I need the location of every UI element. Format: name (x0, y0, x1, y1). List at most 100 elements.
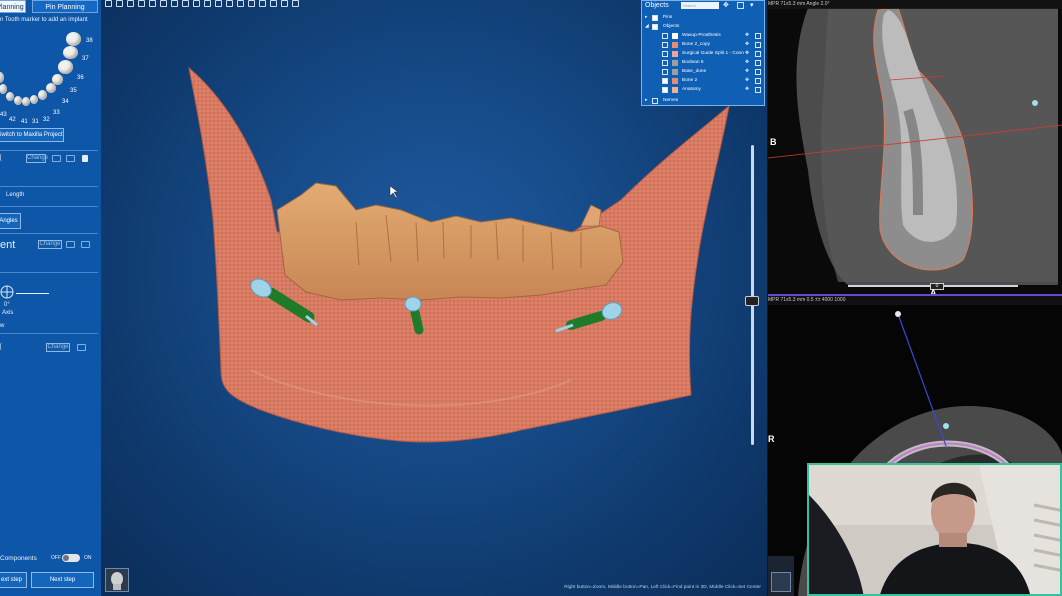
visibility-checkbox[interactable] (662, 77, 668, 84)
toggle-on-label: ON (84, 555, 92, 561)
change-button-3[interactable]: Change (46, 343, 70, 352)
options-icon[interactable] (755, 59, 761, 66)
close-icon[interactable] (52, 155, 61, 162)
object-item[interactable]: Bone 2_copy ✥ (642, 40, 764, 49)
cross-sectional-view[interactable]: MPR 71x5.3 mm Angle 2.0° B 0 A (768, 0, 1062, 294)
components-toggle[interactable] (62, 554, 80, 562)
options-icon[interactable] (755, 68, 761, 75)
options-icon[interactable] (755, 86, 761, 93)
color-swatch[interactable] (672, 86, 678, 93)
options-icon[interactable] (755, 77, 761, 84)
move-icon[interactable]: ✥ (745, 49, 749, 58)
object-item[interactable]: Base_done ✥ (642, 67, 764, 76)
tab-pin-planning[interactable]: Pin Planning (32, 0, 98, 13)
change-button-2[interactable]: Change (38, 240, 62, 249)
tooth-42[interactable] (6, 92, 14, 101)
color-swatch[interactable] (672, 59, 678, 66)
color-swatch[interactable] (672, 50, 678, 57)
tab-planning[interactable]: Planning (0, 0, 26, 13)
object-item[interactable]: Bone 2 ✥ (642, 76, 764, 85)
divider (0, 333, 98, 334)
lock-icon[interactable] (82, 155, 88, 162)
tooth-label-33: 33 (53, 110, 60, 116)
tooth-34[interactable] (46, 83, 56, 93)
group-pins[interactable]: ▸ Pins (642, 13, 764, 22)
tooth-label-34: 34 (62, 99, 69, 105)
object-item[interactable]: Surgical Guide Split 1 - Connecte ✥ (642, 49, 764, 58)
tooth-32[interactable] (30, 95, 38, 104)
angles-button[interactable]: Angles (0, 213, 21, 229)
color-swatch[interactable] (672, 68, 678, 75)
color-swatch[interactable] (672, 41, 678, 48)
object-label: Surgical Guide Split 1 - Connecte (682, 51, 744, 56)
list-icon[interactable] (737, 2, 744, 9)
move-icon[interactable]: ✥ (723, 2, 730, 9)
visibility-checkbox[interactable] (652, 14, 658, 21)
tooth-label-43: 43 (0, 112, 7, 118)
expand-icon[interactable]: ▸ (645, 96, 647, 105)
tooth-33[interactable] (38, 90, 47, 100)
visibility-checkbox[interactable] (662, 59, 668, 66)
change-button[interactable]: Change (26, 154, 48, 163)
dentition[interactable] (276, 182, 624, 301)
move-icon[interactable]: ✥ (745, 31, 749, 40)
slice-slider-track[interactable] (751, 145, 754, 445)
collapse-icon[interactable]: ◢ (645, 22, 649, 31)
object-item[interactable]: Boolean 6 ✥ (642, 58, 764, 67)
chevron-down-icon[interactable]: ▾ (750, 1, 760, 10)
head-orientation-icon[interactable] (105, 568, 129, 592)
rotation-axis-icon[interactable] (0, 285, 16, 301)
move-icon[interactable]: ✥ (745, 67, 749, 76)
visibility-checkbox[interactable] (662, 68, 668, 75)
move-icon[interactable]: ✥ (745, 40, 749, 49)
next-step-button[interactable]: Next step (31, 572, 94, 588)
object-label: Base_done (682, 69, 707, 74)
tooth-41[interactable] (14, 96, 22, 105)
tooth-43[interactable] (0, 84, 7, 94)
group-objects[interactable]: ◢ Objects (642, 22, 764, 31)
options-icon[interactable] (755, 32, 761, 39)
previous-step-button[interactable]: ext step (0, 572, 27, 588)
tooth-36[interactable] (58, 60, 73, 74)
visibility-checkbox[interactable] (652, 23, 658, 30)
eye-icon-2[interactable] (81, 241, 90, 248)
options-icon[interactable] (755, 50, 761, 57)
object-label: Waxup-Prosthesis (682, 33, 721, 38)
visibility-checkbox[interactable] (662, 86, 668, 93)
color-swatch[interactable] (672, 77, 678, 84)
tooth-37[interactable] (63, 46, 78, 59)
visibility-checkbox[interactable] (662, 32, 668, 39)
move-icon[interactable]: ✥ (745, 58, 749, 67)
visibility-checkbox[interactable] (652, 97, 658, 104)
object-item[interactable]: Anatomy ✥ (642, 85, 764, 94)
tooth-38[interactable] (66, 32, 81, 46)
visibility-checkbox[interactable] (662, 50, 668, 57)
move-icon[interactable]: ✥ (745, 76, 749, 85)
divider (0, 150, 98, 151)
tooth-44[interactable] (0, 72, 4, 83)
tooth-label-35: 35 (70, 88, 77, 94)
divider (0, 206, 98, 207)
slice-slider-handle[interactable] (745, 296, 759, 306)
eye-icon[interactable] (66, 155, 75, 162)
color-swatch[interactable] (672, 32, 678, 39)
angle-slider[interactable] (16, 293, 49, 294)
options-icon[interactable] (755, 41, 761, 48)
head-orientation-icon[interactable] (771, 572, 791, 592)
close-icon-2[interactable] (66, 241, 75, 248)
visibility-checkbox[interactable] (662, 41, 668, 48)
expand-icon[interactable]: ▸ (645, 13, 647, 22)
tooth-chart[interactable]: 38 37 36 35 34 33 32 31 41 42 43 (0, 26, 100, 126)
objects-search-input[interactable]: Search (681, 2, 719, 9)
axial-header: MPR 71x5.3 mm 0.5 ±± 4000 1000 (768, 296, 1062, 305)
3d-viewport[interactable]: Objects Search ✥ ▾ ▸ Pins ◢ Objects Waxu… (101, 0, 767, 596)
object-item[interactable]: Waxup-Prosthesis ✥ (642, 31, 764, 40)
components-label: Components (0, 555, 37, 562)
switch-to-maxilla-button[interactable]: Switch to Maxilla Project (0, 128, 64, 142)
move-icon[interactable]: ✥ (745, 85, 749, 94)
orientation-label-b: B (770, 137, 777, 147)
tooth-31[interactable] (22, 97, 30, 106)
eye-icon-3[interactable] (77, 344, 86, 351)
cross-section-image (768, 0, 1062, 294)
group-nerves[interactable]: ▸ Nerves (642, 96, 764, 105)
